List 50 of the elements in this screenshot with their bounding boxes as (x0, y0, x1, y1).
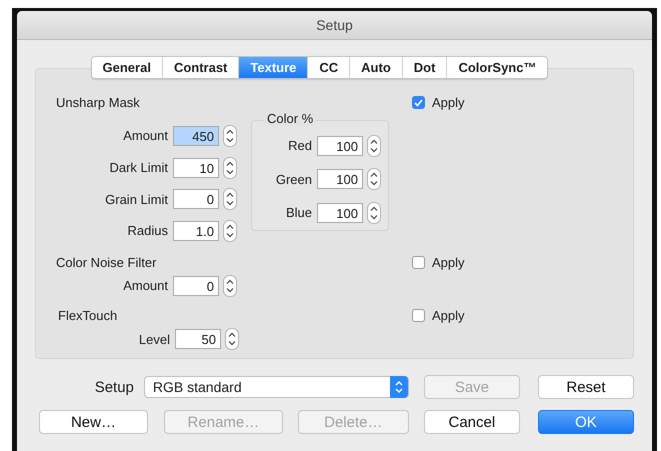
field-label: Green (274, 172, 312, 187)
tab[interactable]: CC (307, 57, 350, 78)
checkbox[interactable] (412, 96, 425, 110)
checkbox[interactable] (412, 256, 425, 269)
stepper[interactable] (367, 168, 381, 190)
number-field[interactable]: 100 (317, 136, 363, 156)
stepper[interactable] (225, 328, 239, 350)
number-field[interactable]: 10 (173, 158, 219, 178)
setup-label: Setup (94, 378, 134, 396)
stepper[interactable] (223, 156, 237, 179)
setup-dropdown[interactable]: RGB standard (144, 376, 409, 398)
stepper[interactable] (367, 134, 381, 157)
stepper[interactable] (223, 188, 237, 210)
tab[interactable]: General (92, 57, 162, 78)
checkbox-label: Apply (432, 95, 465, 110)
tab[interactable]: Contrast (162, 57, 238, 78)
stepper[interactable] (223, 220, 237, 242)
field-label: Level (138, 332, 170, 347)
field-label: Radius (126, 223, 168, 238)
group-title: Color % (264, 111, 316, 126)
field-label: Amount (122, 128, 168, 144)
number-field[interactable]: 1.0 (173, 220, 219, 241)
tab[interactable]: Auto (349, 57, 402, 78)
checkbox-label: Apply (432, 308, 465, 323)
stepper[interactable] (223, 274, 237, 297)
field-label: Dark Limit (108, 160, 168, 176)
number-field[interactable]: 450 (173, 126, 219, 146)
number-field[interactable]: 100 (317, 202, 363, 223)
checkbox[interactable] (412, 308, 425, 322)
button[interactable]: New… (39, 410, 148, 434)
section-title: Unsharp Mask (56, 95, 141, 110)
field-label: Grain Limit (104, 192, 168, 207)
number-field[interactable]: 0 (173, 276, 219, 296)
number-field[interactable]: 100 (317, 169, 363, 190)
dropdown-arrows-icon (390, 376, 408, 398)
number-field[interactable]: 0 (173, 189, 219, 210)
button[interactable]: Reset (538, 375, 634, 399)
tab[interactable]: ColorSync™ (446, 57, 548, 78)
button[interactable]: Cancel (424, 410, 520, 434)
checkbox-label: Apply (432, 254, 465, 270)
field-label: Amount (122, 278, 168, 294)
window-title: Setup (316, 17, 353, 33)
tab[interactable]: Dot (402, 57, 446, 78)
stepper[interactable] (367, 202, 381, 224)
number-field[interactable]: 50 (175, 329, 221, 350)
section-title: FlexTouch (58, 308, 118, 323)
section-title: Color Noise Filter (56, 254, 158, 270)
field-label: Red (287, 138, 312, 154)
stepper[interactable] (223, 124, 237, 147)
field-label: Blue (284, 205, 312, 220)
